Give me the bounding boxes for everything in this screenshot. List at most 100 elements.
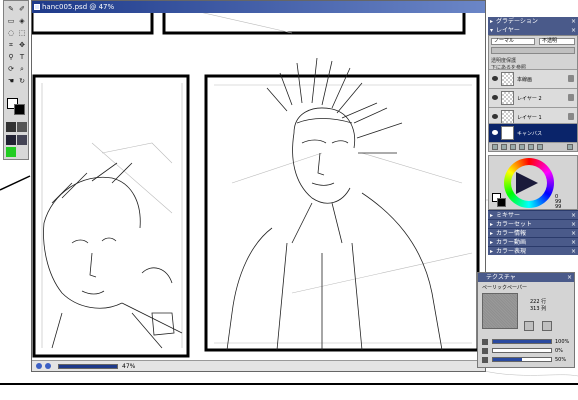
hue-ring[interactable]: [504, 158, 554, 208]
layer-panel-toolbar: [489, 142, 577, 151]
color-info-panel-title[interactable]: ▸ カラー情報 ×: [488, 228, 578, 237]
eraser-tool-icon[interactable]: ▭: [6, 16, 16, 26]
layer-thumbnail: [501, 110, 514, 124]
close-icon[interactable]: ×: [571, 247, 576, 256]
fullscreen-mode-icon[interactable]: [17, 135, 27, 145]
lock-icon[interactable]: [568, 113, 574, 120]
panel-title-text: ミキサー: [496, 212, 521, 219]
eyedropper-tool-icon[interactable]: ⚲: [6, 52, 16, 62]
texture-contrast-value: 0%: [555, 348, 563, 354]
protect-transparency-option[interactable]: 透明度保護: [491, 57, 516, 64]
move-tool-icon[interactable]: ✥: [17, 40, 27, 50]
saturation-value-triangle[interactable]: [516, 172, 538, 194]
layer-item[interactable]: レイヤー 2: [489, 88, 577, 107]
panel-title-text: カラー表現: [496, 248, 527, 255]
texture-preview: [482, 293, 518, 329]
texture-panel-title[interactable]: テクスチャ ×: [478, 273, 574, 282]
document-title: hanc005.psd @ 47%: [42, 3, 115, 11]
toolbox: ✎ ✐ ▭ ◈ ◌ ⬚ ⌗ ✥ ⚲ T ⟳ ⌕ ☚ ↻: [3, 0, 29, 160]
texture-contrast-slider[interactable]: [492, 348, 552, 353]
layer-thumbnail: [501, 72, 514, 86]
hand-tool-icon[interactable]: ☚: [6, 76, 16, 86]
document-statusbar: 47%: [32, 360, 485, 371]
texture-size-cols: 313 列: [530, 306, 547, 312]
fill-tool-icon[interactable]: ◈: [17, 16, 27, 26]
delete-layer-icon[interactable]: [567, 144, 573, 150]
texture-name[interactable]: ペーリックペーパー: [482, 284, 527, 291]
slider-fill: [493, 358, 522, 361]
layer-settings-bar[interactable]: [491, 47, 575, 54]
document-icon: [34, 4, 40, 10]
rotate-view-icon[interactable]: [45, 363, 51, 369]
text-tool-icon[interactable]: T: [17, 52, 27, 62]
layer-item[interactable]: 本線画: [489, 69, 577, 88]
collapse-arrow-icon[interactable]: ▾: [490, 26, 493, 35]
slider-fill: [493, 340, 551, 343]
eye-icon[interactable]: [492, 95, 498, 100]
mode-normal-icon[interactable]: [6, 122, 16, 132]
sub-color-chip[interactable]: [497, 198, 506, 207]
layer-name: 本線画: [517, 77, 533, 83]
texture-title-text: テクスチャ: [486, 274, 516, 281]
clear-layer-icon[interactable]: [537, 144, 543, 150]
texture-size: 222 行 313 列: [530, 299, 546, 313]
plugin-icon[interactable]: [6, 147, 16, 157]
selection-tool-icon[interactable]: ⬚: [17, 28, 27, 38]
duplicate-layer-icon[interactable]: [510, 144, 516, 150]
transform-tool-icon[interactable]: ⟳: [6, 64, 16, 74]
zoom-slider[interactable]: [58, 364, 118, 369]
rotate-tool-icon[interactable]: ↻: [17, 76, 27, 86]
panel-title-text: カラー情報: [496, 230, 527, 237]
lock-icon[interactable]: [568, 75, 574, 82]
brightness-icon: [482, 357, 488, 363]
lock-icon[interactable]: [568, 94, 574, 101]
crop-tool-icon[interactable]: ⌗: [6, 40, 16, 50]
eye-icon[interactable]: [492, 114, 498, 119]
texture-clear-icon[interactable]: [542, 321, 552, 331]
mixer-panel-title[interactable]: ▸ ミキサー ×: [488, 210, 578, 219]
merge-down-icon[interactable]: [519, 144, 525, 150]
gradation-panel-title[interactable]: ▸ グラデーション ×: [488, 17, 578, 26]
color-motion-panel-title[interactable]: ▸ カラー動画 ×: [488, 237, 578, 246]
layer-name: レイヤー 1: [517, 115, 542, 121]
layer-panel-title[interactable]: ▾ レイヤー ×: [488, 26, 578, 35]
color-expression-panel-title[interactable]: ▸ カラー表現 ×: [488, 246, 578, 255]
eye-icon[interactable]: [492, 130, 498, 135]
layer-panel-title-text: レイヤー: [496, 27, 520, 34]
background-color-swatch[interactable]: [14, 104, 25, 115]
new-layer-icon[interactable]: [492, 144, 498, 150]
opacity-field[interactable]: 不透明: [539, 38, 575, 45]
new-folder-icon[interactable]: [501, 144, 507, 150]
close-icon[interactable]: ×: [571, 26, 576, 35]
colorset-panel-title[interactable]: ▸ カラーセット ×: [488, 219, 578, 228]
texture-load-icon[interactable]: [524, 321, 534, 331]
eye-icon[interactable]: [492, 76, 498, 81]
density-icon: [482, 339, 488, 345]
pencil-tool-icon[interactable]: ✐: [17, 4, 27, 14]
navigator-icon[interactable]: [36, 363, 42, 369]
expand-arrow-icon[interactable]: ▸: [490, 247, 493, 256]
zoom-tool-icon[interactable]: ⌕: [17, 64, 27, 74]
texture-size-rows: 222 行: [530, 299, 547, 305]
drawing-canvas[interactable]: [32, 13, 485, 360]
close-icon[interactable]: ×: [567, 273, 572, 282]
screen-mode-icon[interactable]: [6, 135, 16, 145]
layer-panel: ノーマル 不透明 透明度保護 下にあるを参照 本線画 レイヤー 2 レイヤー 1…: [488, 35, 578, 152]
brush-tool-icon[interactable]: ✎: [6, 4, 16, 14]
layer-item-selected[interactable]: キャンバス: [489, 123, 577, 142]
blend-mode-select[interactable]: ノーマル: [491, 38, 535, 45]
collapse-arrow-icon[interactable]: ▸: [490, 17, 493, 26]
texture-density-slider[interactable]: [492, 339, 552, 344]
mask-icon[interactable]: [528, 144, 534, 150]
contrast-icon: [482, 348, 488, 354]
close-icon[interactable]: ×: [571, 17, 576, 26]
document-titlebar[interactable]: hanc005.psd @ 47%: [32, 1, 485, 13]
mode-quickmask-icon[interactable]: [17, 122, 27, 132]
layer-name: キャンバス: [517, 131, 543, 137]
texture-panel: テクスチャ × ペーリックペーパー 222 行 313 列 100% 0% 50…: [477, 272, 575, 368]
lasso-tool-icon[interactable]: ◌: [6, 28, 16, 38]
texture-brightness-slider[interactable]: [492, 357, 552, 362]
texture-density-value: 100%: [555, 339, 570, 345]
gradation-title: グラデーション: [496, 18, 538, 25]
layer-thumbnail: [501, 91, 514, 105]
